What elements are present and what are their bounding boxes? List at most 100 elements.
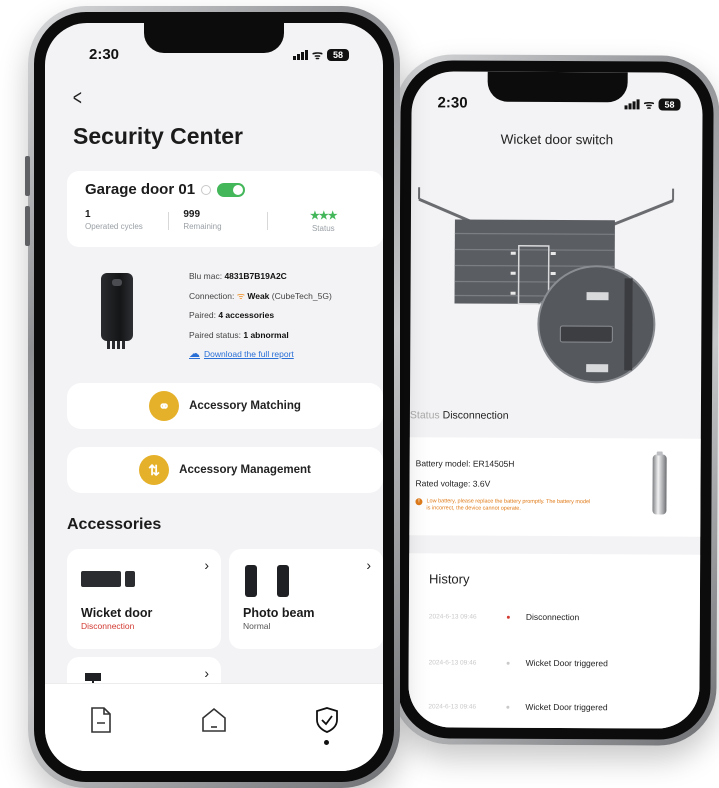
- battery-card: Battery model: ER14505H Rated voltage: 3…: [409, 437, 701, 537]
- spec-label: Paired status:: [189, 329, 241, 340]
- status-icons: ᯤ 58: [624, 95, 681, 112]
- spec-label: Paired:: [189, 310, 216, 320]
- bottom-nav: [45, 683, 383, 771]
- wifi-icon: ᯤ: [643, 97, 655, 112]
- status-stars: ★★★: [310, 210, 338, 222]
- accessory-management-button[interactable]: ⇅ Accessory Management: [67, 447, 383, 493]
- stat-value: 1: [85, 209, 91, 220]
- device-card[interactable]: Garage door 01 1 Operated cycles 999 Rem…: [67, 171, 383, 247]
- signal-icon: [624, 98, 640, 110]
- stat-value: 999: [183, 209, 201, 220]
- signal-icon: [293, 49, 309, 60]
- spec-paired-status: Paired status: 1 abnormal: [189, 326, 332, 346]
- phone-front: 2:30 ᯤ 58 < Security Center Garage door …: [25, 6, 400, 788]
- garage-gate-illustration: [410, 171, 701, 403]
- battery-model-value: ER14505H: [472, 458, 515, 469]
- history-event: Wicket Door triggered: [525, 657, 608, 669]
- stat-label: Remaining: [183, 222, 222, 231]
- status-icons: ᯤ 58: [293, 46, 349, 63]
- report-link-label: Download the full report: [204, 349, 294, 359]
- accessory-status: Disconnection: [81, 621, 135, 631]
- history-event: Wicket Door triggered: [525, 701, 608, 713]
- battery-warning: ! Low battery, please replace the batter…: [415, 498, 595, 513]
- warning-text: Low battery, please replace the battery …: [426, 498, 591, 512]
- status-time: 2:30: [89, 46, 120, 63]
- history-time: 2024-6-13 09:46: [428, 658, 477, 667]
- page-title: Wicket door switch: [500, 131, 614, 148]
- accessory-card-photo-beam[interactable]: › Photo beam Normal: [229, 549, 383, 649]
- volume-down-button: [25, 206, 30, 246]
- stat-remaining: 999 Remaining: [183, 209, 266, 231]
- history-time: 2024-6-13 09:46: [428, 612, 477, 621]
- wicket-sensor-image: [81, 571, 137, 589]
- device-toggle[interactable]: [217, 182, 246, 197]
- device-status-row: Status Disconnection: [410, 409, 509, 422]
- chevron-right-icon: ›: [204, 665, 209, 681]
- rated-voltage-label: Rated voltage:: [415, 478, 471, 489]
- history-dot-icon: [506, 661, 510, 665]
- battery-icon: 58: [658, 98, 681, 111]
- history-dot-icon: [506, 705, 510, 709]
- status-time: 2:30: [437, 94, 468, 112]
- phone-back: 2:30 ᯤ 58 Wicket door switch Status Disc…: [390, 54, 719, 746]
- rated-voltage-line: Rated voltage: 3.6V: [416, 473, 515, 494]
- status-value: Disconnection: [442, 409, 509, 422]
- home-icon: [202, 707, 226, 732]
- active-indicator: [324, 740, 330, 745]
- download-report-link[interactable]: ☁ Download the full report: [189, 345, 332, 365]
- photo-beam-image: [245, 565, 295, 599]
- battery-icon: 58: [327, 48, 349, 61]
- link-icon: ⚭: [149, 391, 180, 421]
- spec-value: Weak: [247, 290, 270, 301]
- battery-info: Battery model: ER14505H Rated voltage: 3…: [416, 453, 515, 494]
- security-center-screen: 2:30 ᯤ 58 < Security Center Garage door …: [45, 23, 383, 771]
- document-icon: [91, 707, 112, 733]
- stat-status: ★★★ Status: [282, 209, 365, 233]
- spec-label: Blu mac:: [189, 271, 223, 281]
- shield-check-icon: [315, 707, 338, 733]
- accessory-status: Normal: [243, 621, 271, 631]
- weak-wifi-icon: ᯤ: [236, 290, 245, 301]
- spec-value: 4 accessories: [218, 310, 275, 320]
- history-row[interactable]: 2024-6-13 09:46 Wicket Door triggered: [428, 701, 689, 712]
- button-label: Accessory Management: [179, 464, 311, 476]
- spec-paired: Paired: 4 accessories: [189, 306, 332, 326]
- wicket-detail-screen: 2:30 ᯤ 58 Wicket door switch Status Disc…: [408, 71, 703, 729]
- status-label: Status: [409, 409, 440, 422]
- back-button[interactable]: <: [73, 85, 82, 111]
- spec-value: 4831B7B19A2C: [224, 271, 287, 281]
- accessory-card-wicket-door[interactable]: › Wicket door Disconnection: [67, 549, 221, 649]
- spec-connection: Connection: ᯤ Weak (CubeTech_5G): [189, 287, 332, 307]
- divider: [168, 212, 170, 230]
- phone-notch: [144, 23, 284, 53]
- spec-value: 1 abnormal: [243, 329, 289, 340]
- chevron-right-icon: ›: [204, 557, 209, 573]
- marketing-stage: 2:30 ᯤ 58 Wicket door switch Status Disc…: [0, 0, 719, 788]
- info-icon[interactable]: [201, 184, 212, 195]
- nav-item-home[interactable]: [194, 706, 234, 746]
- history-time: 2024-6-13 09:46: [428, 702, 477, 711]
- button-label: Accessory Matching: [189, 400, 301, 412]
- device-name: Garage door 01: [85, 181, 196, 198]
- warning-icon: !: [415, 498, 423, 506]
- rated-voltage-value: 3.6V: [472, 478, 491, 489]
- stat-label: Status: [311, 224, 335, 233]
- battery-model-label: Battery model:: [415, 458, 471, 469]
- spec-label: Connection:: [189, 290, 235, 301]
- history-card: History 2024-6-13 09:46 Disconnection 20…: [408, 553, 701, 729]
- phone-notch: [487, 71, 628, 103]
- nav-item-documents[interactable]: [81, 706, 121, 746]
- device-specs: Blu mac: 4831B7B19A2C Connection: ᯤ Weak…: [189, 267, 332, 365]
- history-row[interactable]: 2024-6-13 09:46 Disconnection: [429, 611, 690, 622]
- divider: [266, 212, 268, 230]
- accessory-matching-button[interactable]: ⚭ Accessory Matching: [67, 383, 383, 429]
- spec-blu-mac: Blu mac: 4831B7B19A2C: [189, 267, 332, 287]
- battery-cell-image: [652, 454, 667, 515]
- stat-label: Operated cycles: [85, 222, 143, 231]
- device-stats: 1 Operated cycles 999 Remaining ★★★ Stat…: [85, 209, 365, 233]
- history-row[interactable]: 2024-6-13 09:46 Wicket Door triggered: [429, 657, 690, 668]
- spec-network: (CubeTech_5G): [271, 290, 332, 301]
- page-title: Security Center: [73, 123, 244, 149]
- nav-item-security[interactable]: [307, 706, 347, 746]
- cloud-download-icon: ☁: [189, 348, 200, 360]
